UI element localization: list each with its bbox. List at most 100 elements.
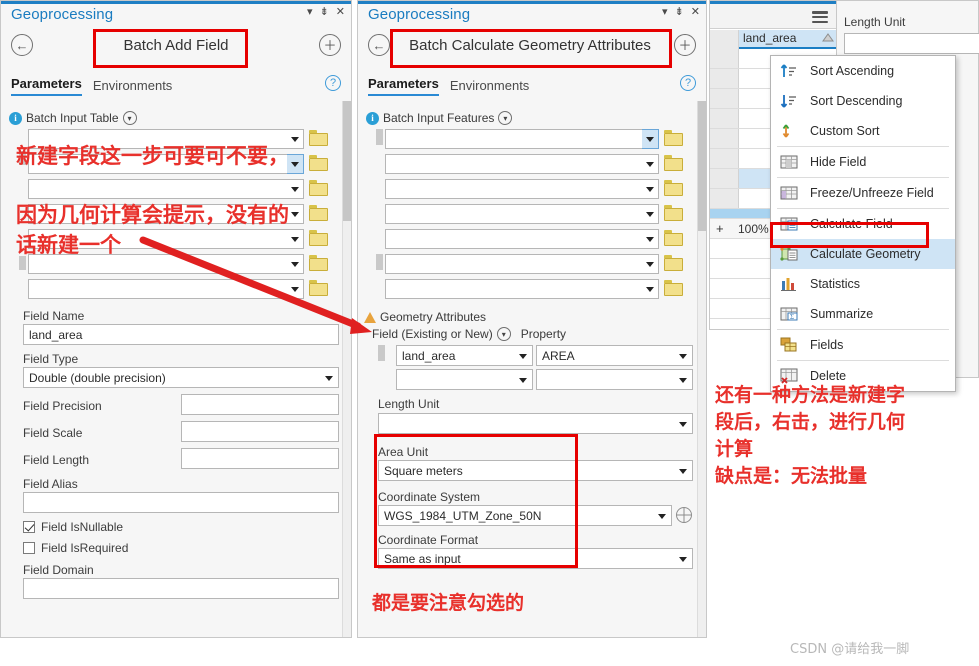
tab-parameters[interactable]: Parameters	[11, 76, 82, 96]
batch-input-row[interactable]	[385, 154, 683, 174]
question-mark-icon[interactable]: ?	[680, 75, 696, 91]
context-menu-item-calculate-geometry[interactable]: Calculate Geometry	[771, 239, 955, 269]
context-menu-item-sort-descending[interactable]: Sort Descending	[771, 86, 955, 116]
context-menu-item-custom-sort[interactable]: Custom Sort	[771, 116, 955, 146]
chevron-down-icon[interactable]: ▾	[307, 7, 313, 18]
question-mark-icon[interactable]: ?	[325, 75, 341, 91]
field-domain-input[interactable]	[23, 578, 339, 599]
checkbox-checked-icon[interactable]	[23, 521, 35, 533]
chevron-down-icon[interactable]	[287, 254, 304, 274]
chevron-down-icon[interactable]	[287, 229, 304, 249]
batch-input-row[interactable]	[385, 129, 683, 149]
panel-scrollbar[interactable]	[697, 101, 706, 637]
batch-input-row[interactable]	[28, 279, 328, 299]
hamburger-menu-icon[interactable]	[812, 11, 828, 24]
geometry-property-select-0[interactable]: AREA	[536, 345, 693, 366]
pin-icon[interactable]: ⇟	[675, 7, 684, 18]
browse-folder-icon[interactable]	[664, 230, 683, 246]
context-menu-item-summarize[interactable]: Σ Summarize	[771, 299, 955, 329]
browse-folder-icon[interactable]	[309, 230, 328, 246]
browse-folder-icon[interactable]	[664, 280, 683, 296]
browse-folder-icon[interactable]	[309, 155, 328, 171]
geometry-property-select-1[interactable]	[536, 369, 693, 390]
context-menu-item-hide-field[interactable]: Hide Field	[771, 147, 955, 177]
batch-input-row[interactable]	[385, 179, 683, 199]
field-scale-input[interactable]	[181, 421, 339, 442]
context-menu-item-sort-ascending[interactable]: Sort Ascending	[771, 56, 955, 86]
context-menu-item-fields[interactable]: Fields	[771, 330, 955, 360]
field-context-menu[interactable]: Sort Ascending Sort Descending Custom So…	[770, 55, 956, 392]
row-drag-handle[interactable]	[376, 129, 383, 145]
geometry-field-select-1[interactable]	[396, 369, 533, 390]
field-precision-input[interactable]	[181, 394, 339, 415]
coordinate-system-select[interactable]: WGS_1984_UTM_Zone_50N	[378, 505, 672, 526]
chevron-down-icon[interactable]: ▾	[662, 7, 668, 18]
batch-input-row[interactable]	[28, 179, 328, 199]
browse-folder-icon[interactable]	[664, 255, 683, 271]
field-isrequired-checkbox-row[interactable]: Field IsRequired	[23, 541, 128, 555]
close-icon[interactable]: ✕	[691, 7, 700, 18]
pin-icon[interactable]: ⇟	[320, 7, 329, 18]
browse-folder-icon[interactable]	[664, 130, 683, 146]
chevron-down-circle-icon[interactable]: ▾	[498, 111, 513, 125]
tab-parameters[interactable]: Parameters	[368, 76, 439, 96]
back-arrow-icon[interactable]: ←	[11, 34, 33, 56]
field-alias-input[interactable]	[23, 492, 339, 513]
browse-folder-icon[interactable]	[309, 130, 328, 146]
row-drag-handle[interactable]	[376, 254, 383, 270]
browse-folder-icon[interactable]	[309, 255, 328, 271]
length-unit-select[interactable]	[378, 413, 693, 434]
browse-folder-icon[interactable]	[664, 155, 683, 171]
chevron-down-circle-icon[interactable]: ▾	[122, 111, 137, 125]
close-icon[interactable]: ✕	[336, 7, 345, 18]
batch-input-value[interactable]	[385, 204, 659, 224]
geometry-field-select-0[interactable]: land_area	[396, 345, 533, 366]
batch-input-value[interactable]	[385, 254, 659, 274]
chevron-down-icon[interactable]	[642, 129, 659, 149]
back-arrow-icon[interactable]: ←	[368, 34, 390, 56]
plus-icon[interactable]: ＋	[674, 34, 696, 56]
chevron-down-icon[interactable]	[642, 279, 659, 299]
chevron-down-icon[interactable]	[287, 179, 304, 199]
chevron-down-icon[interactable]	[287, 279, 304, 299]
context-menu-item-statistics[interactable]: Statistics	[771, 269, 955, 299]
coordinate-format-select[interactable]: Same as input	[378, 548, 693, 569]
field-type-select[interactable]: Double (double precision)	[23, 367, 339, 388]
plus-icon[interactable]: ＋	[319, 34, 341, 56]
field-length-input[interactable]	[181, 448, 339, 469]
batch-input-value[interactable]	[385, 279, 659, 299]
chevron-down-icon[interactable]	[642, 179, 659, 199]
context-menu-item-freeze-field[interactable]: Freeze/Unfreeze Field	[771, 178, 955, 208]
background-length-unit-input[interactable]	[844, 33, 979, 54]
batch-input-value[interactable]	[385, 229, 659, 249]
globe-icon[interactable]	[676, 507, 692, 523]
tab-environments[interactable]: Environments	[93, 78, 172, 96]
chevron-down-icon[interactable]	[287, 129, 304, 149]
browse-folder-icon[interactable]	[309, 205, 328, 221]
batch-input-row[interactable]	[385, 254, 683, 274]
browse-folder-icon[interactable]	[309, 280, 328, 296]
zoom-in-icon[interactable]: +	[716, 221, 724, 236]
batch-input-value[interactable]	[28, 279, 304, 299]
field-isnullable-checkbox-row[interactable]: Field IsNullable	[23, 520, 123, 534]
geometry-row-drag-handle[interactable]	[378, 345, 385, 361]
batch-input-value[interactable]	[385, 179, 659, 199]
area-unit-select[interactable]: Square meters	[378, 460, 693, 481]
batch-input-row[interactable]	[385, 279, 683, 299]
chevron-down-circle-icon[interactable]: ▾	[496, 327, 511, 341]
chevron-down-icon[interactable]	[287, 154, 304, 174]
browse-folder-icon[interactable]	[664, 205, 683, 221]
batch-input-row[interactable]	[385, 204, 683, 224]
browse-folder-icon[interactable]	[664, 180, 683, 196]
checkbox-unchecked-icon[interactable]	[23, 542, 35, 554]
chevron-down-icon[interactable]	[642, 229, 659, 249]
browse-folder-icon[interactable]	[309, 180, 328, 196]
chevron-down-icon[interactable]	[642, 254, 659, 274]
panel-scrollbar[interactable]	[342, 101, 351, 637]
batch-input-value[interactable]	[385, 154, 659, 174]
chevron-down-icon[interactable]	[642, 154, 659, 174]
context-menu-item-calculate-field[interactable]: Calculate Field	[771, 209, 955, 239]
field-name-input[interactable]: land_area	[23, 324, 339, 345]
batch-input-value[interactable]	[385, 129, 659, 149]
chevron-down-icon[interactable]	[642, 204, 659, 224]
